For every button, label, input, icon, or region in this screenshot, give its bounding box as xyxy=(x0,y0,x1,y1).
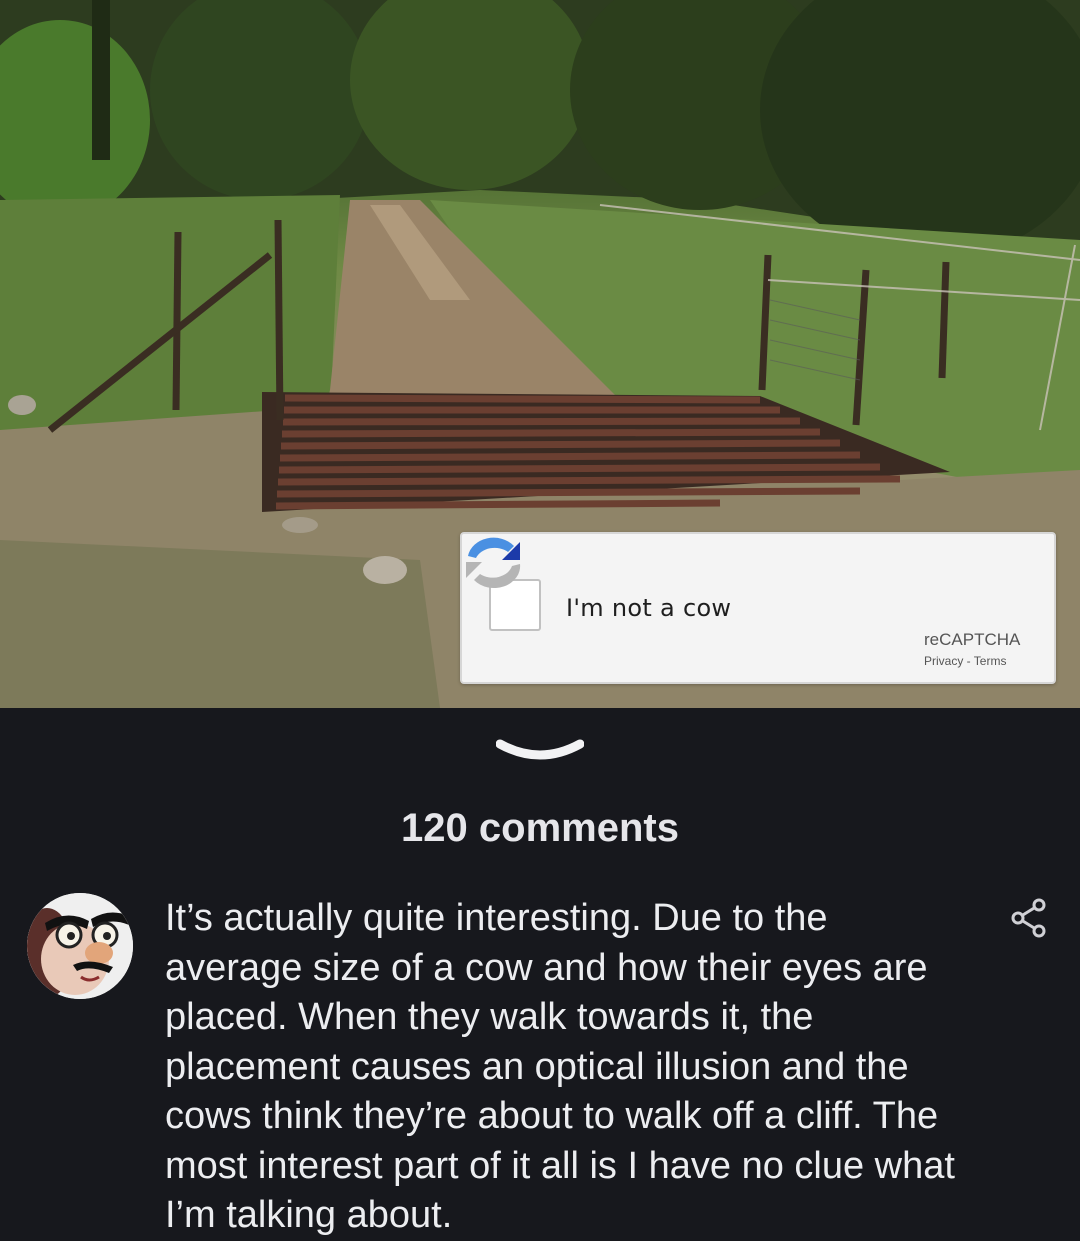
privacy-link[interactable]: Privacy xyxy=(924,654,963,668)
recaptcha-logo-icon xyxy=(466,537,521,589)
share-icon[interactable] xyxy=(1010,898,1046,938)
post-image[interactable]: I'm not a cow reCAPTCHA Privacy - Terms xyxy=(0,0,1080,708)
user-avatar[interactable] xyxy=(27,893,133,999)
terms-link[interactable]: Terms xyxy=(974,654,1007,668)
chevron-down-icon[interactable] xyxy=(496,736,584,772)
recaptcha-brand: reCAPTCHA xyxy=(924,630,1021,649)
recaptcha-widget: I'm not a cow reCAPTCHA Privacy - Terms xyxy=(460,532,1056,684)
captcha-label: I'm not a cow xyxy=(566,594,732,622)
recaptcha-links: Privacy - Terms xyxy=(924,654,1006,668)
comments-count: 120 comments xyxy=(401,806,679,850)
links-separator: - xyxy=(963,654,974,668)
groucho-glasses-avatar-icon xyxy=(27,893,133,999)
comment-body: It’s actually quite interesting. Due to … xyxy=(165,897,955,1236)
